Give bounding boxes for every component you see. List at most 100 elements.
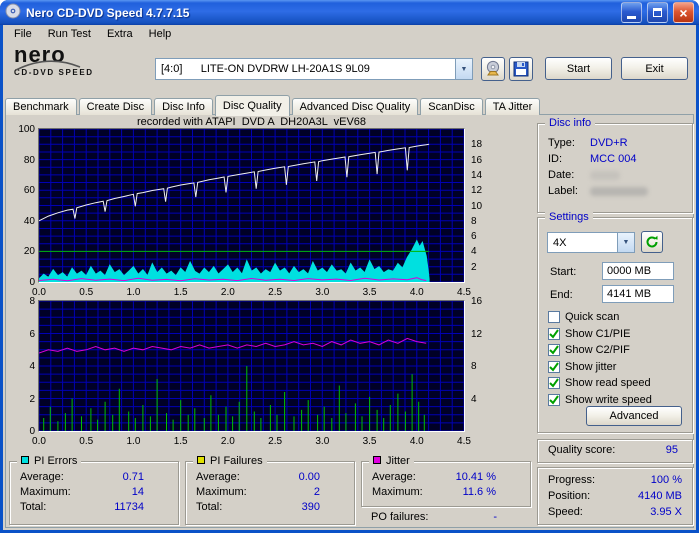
axis-tick-label: 18: [471, 139, 483, 151]
window-title: Nero CD-DVD Speed 4.7.7.15: [26, 5, 190, 20]
disc-label-row: Label:: [548, 185, 684, 197]
axis-tick-label: 6: [29, 328, 35, 340]
axis-tick-label: 4: [471, 246, 477, 258]
advanced-button[interactable]: Advanced: [586, 406, 682, 426]
po-failures-row: PO failures: -: [371, 511, 521, 523]
maximize-button[interactable]: [647, 2, 668, 23]
chevron-down-icon[interactable]: ▼: [455, 59, 472, 79]
speed-label: Speed:: [548, 506, 583, 518]
close-button[interactable]: ×: [673, 2, 694, 23]
minimize-button[interactable]: [621, 2, 642, 23]
chevron-down-icon[interactable]: ▼: [617, 233, 634, 252]
checkbox-show-c1-pie[interactable]: Show C1/PIE: [548, 327, 630, 341]
speed-row: Speed: 3.95 X: [548, 506, 682, 518]
settings-group: Settings 4X ▼ Start: End: Quick scan Show…: [537, 211, 693, 433]
po-failures-label: PO failures:: [371, 511, 429, 523]
pi-errors-average-label: Average:: [20, 471, 64, 483]
pi-failures-title-text: PI Failures: [210, 455, 263, 467]
menu-item-help[interactable]: Help: [141, 27, 180, 41]
checked-checkbox-icon[interactable]: [548, 377, 560, 389]
jitter-group: Jitter Average: 10.41 % Maximum: 11.6 %: [361, 455, 531, 507]
axis-tick-label: 4.0: [409, 287, 424, 298]
axis-tick-label: 12: [471, 185, 483, 197]
axis-tick-label: 16: [471, 154, 483, 166]
checkbox-label: Show C1/PIE: [565, 327, 631, 340]
titlebar[interactable]: Nero CD-DVD Speed 4.7.7.15 ×: [0, 0, 699, 25]
checkbox-label: Show C2/PIF: [565, 344, 630, 356]
axis-tick-label: 8: [471, 215, 477, 227]
disc-label-redacted: [590, 186, 648, 196]
tab-disc-quality[interactable]: Disc Quality: [214, 95, 290, 116]
checkbox-show-read-speed[interactable]: Show read speed: [548, 376, 651, 390]
po-failures-value: -: [493, 511, 497, 523]
jitter-title: Jitter: [369, 455, 414, 467]
axis-tick-label: 12: [471, 328, 483, 340]
quality-score-label: Quality score:: [548, 444, 616, 456]
pi-errors-total-label: Total:: [20, 501, 47, 513]
axis-tick-label: 0.5: [79, 287, 94, 298]
eject-button[interactable]: [481, 57, 505, 81]
checked-checkbox-icon[interactable]: [548, 360, 560, 373]
end-position-field[interactable]: [602, 285, 674, 303]
tab-advanced-disc-quality[interactable]: Advanced Disc Quality: [291, 98, 419, 115]
axis-tick-label: 14: [471, 169, 483, 181]
progress-row: Progress: 100 %: [548, 474, 682, 486]
drive-selector[interactable]: [4:0] LITE-ON DVDRW LH-20A1S 9L09 ▼: [155, 58, 473, 80]
axis-tick-label: 2.5: [268, 287, 283, 298]
pi-errors-maximum-label: Maximum:: [20, 486, 71, 498]
position-label: Position:: [548, 490, 591, 502]
unchecked-checkbox-icon[interactable]: [548, 311, 560, 323]
pi-errors-total-row: Total: 11734: [20, 501, 168, 513]
pi-errors-title-text: PI Errors: [34, 455, 78, 467]
scan-speed-select[interactable]: 4X ▼: [547, 232, 635, 253]
axis-tick-label: 3.5: [362, 436, 377, 447]
axis-tick-label: 16: [471, 296, 483, 307]
menu-item-run-test[interactable]: Run Test: [40, 27, 99, 41]
start-button[interactable]: Start: [545, 57, 612, 80]
pi-failures-swatch: [197, 456, 205, 464]
recorded-with-header: recorded with ATAPI DVD A DH20A3L vEV68: [136, 116, 367, 128]
pi-failures-average-value: 0.00: [298, 471, 320, 483]
checked-checkbox-icon[interactable]: [548, 327, 560, 340]
chart-top-plot: [39, 129, 464, 282]
axis-tick-label: 0.5: [79, 436, 94, 447]
tab-disc-info[interactable]: Disc Info: [154, 98, 213, 115]
axis-tick-label: 2: [471, 261, 477, 273]
checkbox-show-c2-pif[interactable]: Show C2/PIF: [548, 343, 630, 357]
eject-disc-icon: [486, 60, 500, 76]
checkbox-show-jitter[interactable]: Show jitter: [548, 360, 616, 374]
checked-checkbox-icon[interactable]: [548, 344, 560, 356]
tab-benchmark[interactable]: Benchmark: [5, 98, 77, 115]
refresh-button[interactable]: [641, 231, 663, 253]
axis-tick-label: 1.0: [126, 287, 141, 298]
checkbox-label: Show write speed: [565, 393, 652, 406]
tab-ta-jitter[interactable]: TA Jitter: [484, 98, 541, 115]
tab-scandisc[interactable]: ScanDisc: [420, 98, 483, 115]
drive-selector-value: [4:0] LITE-ON DVDRW LH-20A1S 9L09: [161, 63, 370, 75]
menu-item-file[interactable]: File: [6, 27, 40, 41]
tab-create-disc[interactable]: Create Disc: [78, 98, 153, 115]
pi-failures-maximum-row: Maximum: 2: [196, 486, 344, 498]
axis-tick-label: 4.5: [457, 436, 471, 447]
checkbox-label: Show jitter: [565, 360, 617, 373]
save-button[interactable]: [509, 57, 533, 81]
checkbox-quick-scan[interactable]: Quick scan: [548, 310, 619, 324]
minimize-icon: [627, 15, 636, 19]
checkbox-show-write-speed[interactable]: Show write speed: [548, 393, 652, 407]
axis-tick-label: 3.0: [315, 436, 330, 447]
jitter-average-label: Average:: [372, 471, 416, 483]
menu-item-extra[interactable]: Extra: [99, 27, 141, 41]
quality-score-row: Quality score: 95: [548, 444, 678, 456]
checked-checkbox-icon[interactable]: [548, 393, 560, 406]
exit-button[interactable]: Exit: [621, 57, 688, 80]
pi-failures-maximum-label: Maximum:: [196, 486, 247, 498]
disc-quality-top-chart: 0 20 40 60 80 100 2 4 6 8 10 12 14 16 18 0.0 0.5 1.0 1.5 2.…: [18, 125, 482, 298]
refresh-icon: [646, 235, 658, 248]
end-position-label: End:: [550, 289, 573, 301]
disc-id-label: ID:: [548, 153, 563, 165]
start-position-field[interactable]: [602, 262, 674, 280]
pi-errors-average-value: 0.71: [122, 471, 144, 483]
axis-tick-label: 2.5: [268, 436, 283, 447]
axis-tick-label: 3.0: [315, 287, 330, 298]
maximize-icon: [653, 8, 662, 17]
